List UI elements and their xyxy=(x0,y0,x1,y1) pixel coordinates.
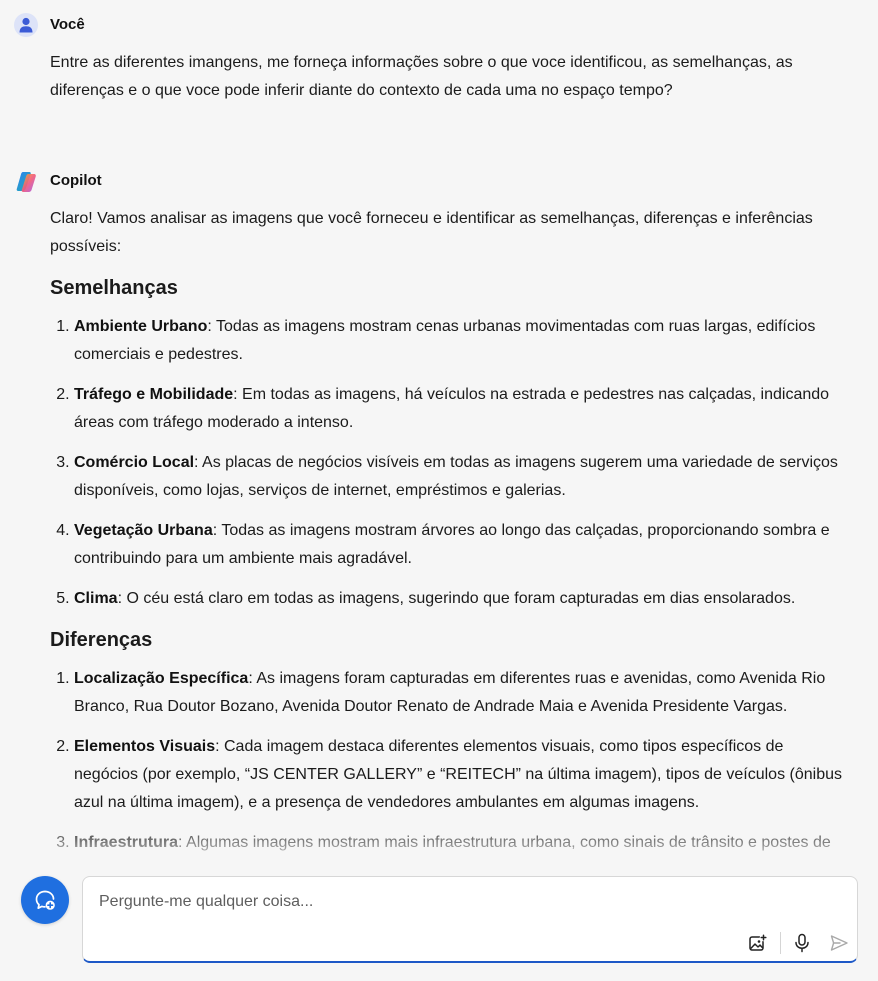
list-item: Elementos Visuais: Cada imagem destaca d… xyxy=(74,733,850,817)
microphone-button[interactable] xyxy=(790,931,814,955)
send-button[interactable] xyxy=(827,931,851,955)
list-item: Localização Específica: As imagens foram… xyxy=(74,665,850,721)
item-title: Tráfego e Mobilidade xyxy=(74,386,234,403)
item-title: Ambiente Urbano xyxy=(74,318,208,335)
assistant-name: Copilot xyxy=(50,172,102,189)
list-item: Comércio Local: As placas de negócios vi… xyxy=(74,449,850,505)
add-image-button[interactable] xyxy=(746,931,770,955)
item-title: Comércio Local xyxy=(74,454,195,471)
differences-list: Localização Específica: As imagens foram… xyxy=(50,665,850,857)
item-title: Clima xyxy=(74,590,118,607)
new-chat-icon xyxy=(35,890,55,910)
list-item: Infraestrutura: Algumas imagens mostram … xyxy=(74,829,850,857)
item-title: Infraestrutura xyxy=(74,834,179,851)
message-composer xyxy=(82,876,858,963)
microphone-icon xyxy=(795,933,809,953)
user-message: Você Entre as diferentes imangens, me fo… xyxy=(0,10,878,105)
list-item: Tráfego e Mobilidade: Em todas as imagen… xyxy=(74,381,850,437)
item-text: : O céu está claro em todas as imagens, … xyxy=(117,590,796,607)
list-item: Ambiente Urbano: Todas as imagens mostra… xyxy=(74,313,850,369)
chat-transcript: Você Entre as diferentes imangens, me fo… xyxy=(0,0,878,865)
copilot-chat-page: Você Entre as diferentes imangens, me fo… xyxy=(0,0,878,981)
item-title: Vegetação Urbana xyxy=(74,522,213,539)
toolbar-divider xyxy=(780,932,781,954)
list-item: Clima: O céu está claro em todas as imag… xyxy=(74,585,850,613)
assistant-message-body: Claro! Vamos analisar as imagens que voc… xyxy=(50,205,850,857)
item-title: Localização Específica xyxy=(74,670,249,687)
assistant-intro: Claro! Vamos analisar as imagens que voc… xyxy=(50,210,813,255)
section-heading-semelhancas: Semelhanças xyxy=(50,277,178,299)
assistant-message-header: Copilot xyxy=(0,166,878,196)
send-icon xyxy=(830,935,848,951)
similarities-list: Ambiente Urbano: Todas as imagens mostra… xyxy=(50,313,850,613)
add-image-icon xyxy=(749,933,768,951)
copilot-logo-icon xyxy=(14,169,38,193)
user-message-text: Entre as diferentes imangens, me forneça… xyxy=(50,54,793,99)
item-title: Elementos Visuais xyxy=(74,738,216,755)
user-name: Você xyxy=(50,16,85,33)
chat-input[interactable] xyxy=(97,889,741,915)
list-item: Vegetação Urbana: Todas as imagens mostr… xyxy=(74,517,850,573)
user-message-header: Você xyxy=(0,10,878,40)
person-icon xyxy=(14,13,38,37)
new-topic-button[interactable] xyxy=(21,876,69,924)
item-text: : Algumas imagens mostram mais infraestr… xyxy=(178,834,831,851)
assistant-message: Copilot Claro! Vamos analisar as imagens… xyxy=(0,166,878,865)
section-heading-diferencas: Diferenças xyxy=(50,629,153,651)
